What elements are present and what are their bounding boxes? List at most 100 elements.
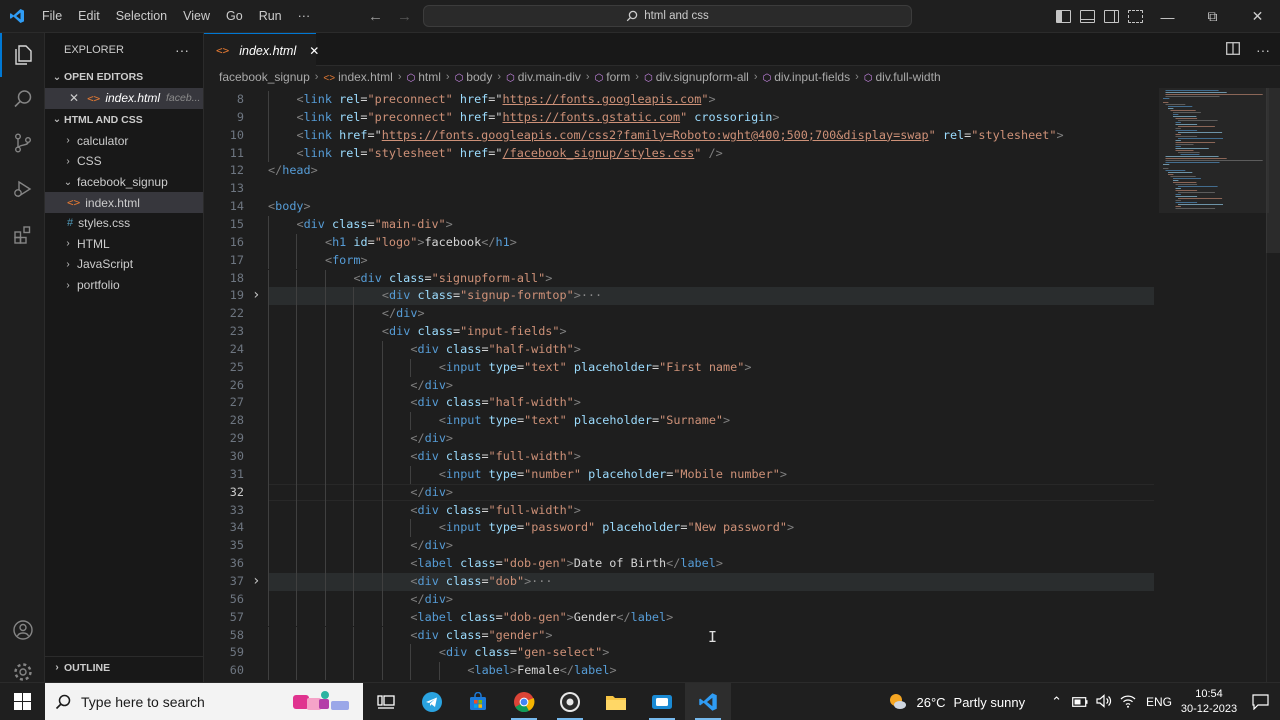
code-line[interactable]: 18 <div class="signupform-all"> <box>204 269 1154 288</box>
task-view-icon[interactable] <box>363 683 409 720</box>
tree-item-css[interactable]: › CSS <box>45 151 203 172</box>
code-line[interactable]: 22 </div> <box>204 305 1154 324</box>
open-editors-section[interactable]: ⌄ OPEN EDITORS <box>45 66 203 88</box>
code-line[interactable]: 34 <input type="password" placeholder="Ne… <box>204 519 1154 538</box>
fold-chevron-right-icon[interactable]: › <box>252 573 260 591</box>
extensions-icon[interactable] <box>0 213 45 257</box>
code-line[interactable]: 37 › <div class="dob">··· <box>204 572 1154 591</box>
tree-item-javascript[interactable]: › JavaScript <box>45 254 203 275</box>
code-line[interactable]: 58 <div class="gender"> <box>204 626 1154 645</box>
menu-go[interactable]: Go <box>218 0 251 33</box>
code-line[interactable]: 29 </div> <box>204 430 1154 448</box>
code-line[interactable]: 13 <box>204 180 1154 198</box>
menu-file[interactable]: File <box>34 0 70 33</box>
tree-item-index-html[interactable]: <> index.html <box>45 192 203 213</box>
battery-icon[interactable] <box>1072 695 1088 710</box>
weather-sun-icon[interactable] <box>886 690 908 715</box>
vscode-taskbar-icon[interactable] <box>685 682 731 720</box>
toggle-panel-icon[interactable] <box>1080 10 1095 23</box>
code-line[interactable]: 14 <body> <box>204 198 1154 216</box>
breadcrumb-item[interactable]: facebook_signup <box>219 70 310 84</box>
weather-temp[interactable]: 26°C <box>916 695 945 710</box>
speaker-icon[interactable] <box>1096 693 1112 711</box>
breadcrumb-item[interactable]: ⬡ body <box>455 70 493 84</box>
windows-start-icon[interactable] <box>0 683 45 720</box>
code-line[interactable]: 25 <input type="text" placeholder="First … <box>204 358 1154 377</box>
taskbar-search-box[interactable]: Type here to search <box>45 682 363 720</box>
file-explorer-icon[interactable] <box>593 683 639 720</box>
more-actions-icon[interactable]: ··· <box>1256 42 1270 58</box>
tree-item-styles-css[interactable]: # styles.css <box>45 213 203 234</box>
code-line[interactable]: 56 </div> <box>204 590 1154 609</box>
menu-edit[interactable]: Edit <box>70 0 108 33</box>
language-indicator[interactable]: ENG <box>1146 695 1172 709</box>
code-line[interactable]: 15 <div class="main-div"> <box>204 215 1154 234</box>
code-line[interactable]: 31 <input type="number" placeholder="Mobi… <box>204 465 1154 484</box>
microsoft-store-icon[interactable] <box>455 683 501 720</box>
code-line[interactable]: 30 <div class="full-width"> <box>204 448 1154 466</box>
breadcrumb-item[interactable]: ⬡ html <box>406 70 440 84</box>
breadcrumb-item[interactable]: ⬡ div.main-div <box>506 70 581 84</box>
code-line[interactable]: 36 <label class="dob-gen">Date of Birth</… <box>204 555 1154 573</box>
wifi-icon[interactable] <box>1120 694 1136 711</box>
code-line[interactable]: 24 <div class="half-width"> <box>204 340 1154 359</box>
code-line[interactable]: 32 </div> <box>204 483 1154 502</box>
code-line[interactable]: 8 <link rel="preconnect" href="https://fo… <box>204 91 1154 109</box>
breadcrumb-item[interactable]: <> index.html <box>323 70 392 84</box>
outline-section[interactable]: › OUTLINE <box>45 656 203 678</box>
restore-icon[interactable]: ⧉ <box>1190 0 1235 33</box>
command-center[interactable]: html and css <box>423 5 912 27</box>
chrome-icon[interactable] <box>501 683 547 720</box>
close-window-icon[interactable]: ✕ <box>1235 0 1280 33</box>
code-line[interactable]: 9 <link rel="preconnect" href="https://fo… <box>204 108 1154 127</box>
minimap[interactable] <box>1159 88 1269 228</box>
workspace-section[interactable]: ⌄ HTML AND CSS <box>45 109 203 131</box>
menu-view[interactable]: View <box>175 0 218 33</box>
chevron-up-icon[interactable]: ⌃ <box>1051 694 1062 710</box>
close-icon[interactable]: ✕ <box>69 91 79 105</box>
vertical-scrollbar[interactable] <box>1266 88 1280 682</box>
forward-arrow-icon[interactable]: → <box>397 8 412 25</box>
split-editor-icon[interactable] <box>1226 41 1240 58</box>
breadcrumb-item[interactable]: ⬡ div.full-width <box>864 70 941 84</box>
close-tab-icon[interactable]: ✕ <box>309 44 319 58</box>
search-icon[interactable] <box>0 77 45 121</box>
code-line[interactable]: 35 </div> <box>204 537 1154 556</box>
code-line[interactable]: 33 <div class="full-width"> <box>204 501 1154 520</box>
minimize-icon[interactable]: — <box>1145 0 1190 33</box>
explorer-more-icon[interactable]: ··· <box>175 42 189 58</box>
open-editor-item[interactable]: ✕ <> index.html faceb... <box>45 88 203 109</box>
manage-gear-icon[interactable] <box>0 653 45 682</box>
code-editor[interactable]: 8 <link rel="preconnect" href="https://fo… <box>204 88 1280 682</box>
code-line[interactable]: 26 </div> <box>204 376 1154 395</box>
code-line[interactable]: 16 <h1 id="logo">facebook</h1> <box>204 233 1154 252</box>
accounts-icon[interactable] <box>0 608 45 652</box>
code-line[interactable]: 59 <div class="gen-select"> <box>204 644 1154 663</box>
scrollbar-thumb[interactable] <box>1266 88 1280 253</box>
breadcrumb-item[interactable]: ⬡ div.input-fields <box>763 70 851 84</box>
weather-condition[interactable]: Partly sunny <box>954 695 1026 710</box>
tree-item-facebook-signup[interactable]: ⌄ facebook_signup <box>45 172 203 193</box>
back-arrow-icon[interactable]: ← <box>368 8 383 25</box>
telegram-icon[interactable] <box>409 683 455 720</box>
code-line[interactable]: 57 <label class="dob-gen">Gender</label> <box>204 608 1154 627</box>
toggle-secondary-sidebar-icon[interactable] <box>1104 10 1119 23</box>
code-line[interactable]: 28 <input type="text" placeholder="Surnam… <box>204 412 1154 431</box>
breadcrumb-item[interactable]: ⬡ div.signupform-all <box>644 70 749 84</box>
toggle-primary-sidebar-icon[interactable] <box>1056 10 1071 23</box>
tree-item-portfolio[interactable]: › portfolio <box>45 275 203 296</box>
tree-item-calculator[interactable]: › calculator <box>45 131 203 152</box>
obs-recorder-icon[interactable] <box>547 683 593 720</box>
menu-run[interactable]: Run <box>251 0 290 33</box>
source-control-icon[interactable] <box>0 121 45 165</box>
menu-selection[interactable]: Selection <box>108 0 175 33</box>
run-and-debug-icon[interactable] <box>0 167 45 211</box>
code-line[interactable]: 23 <div class="input-fields"> <box>204 323 1154 341</box>
breadcrumb-item[interactable]: ⬡ form <box>595 70 631 84</box>
notifications-icon[interactable] <box>1240 694 1280 710</box>
code-line[interactable]: 60 <label>Female</label> <box>204 662 1154 681</box>
code-line[interactable]: 10 <link href="https://fonts.googleapis.c… <box>204 126 1154 145</box>
menu-more[interactable]: ··· <box>290 0 319 33</box>
explorer-icon[interactable] <box>0 33 45 77</box>
fold-chevron-right-icon[interactable]: › <box>252 287 260 305</box>
